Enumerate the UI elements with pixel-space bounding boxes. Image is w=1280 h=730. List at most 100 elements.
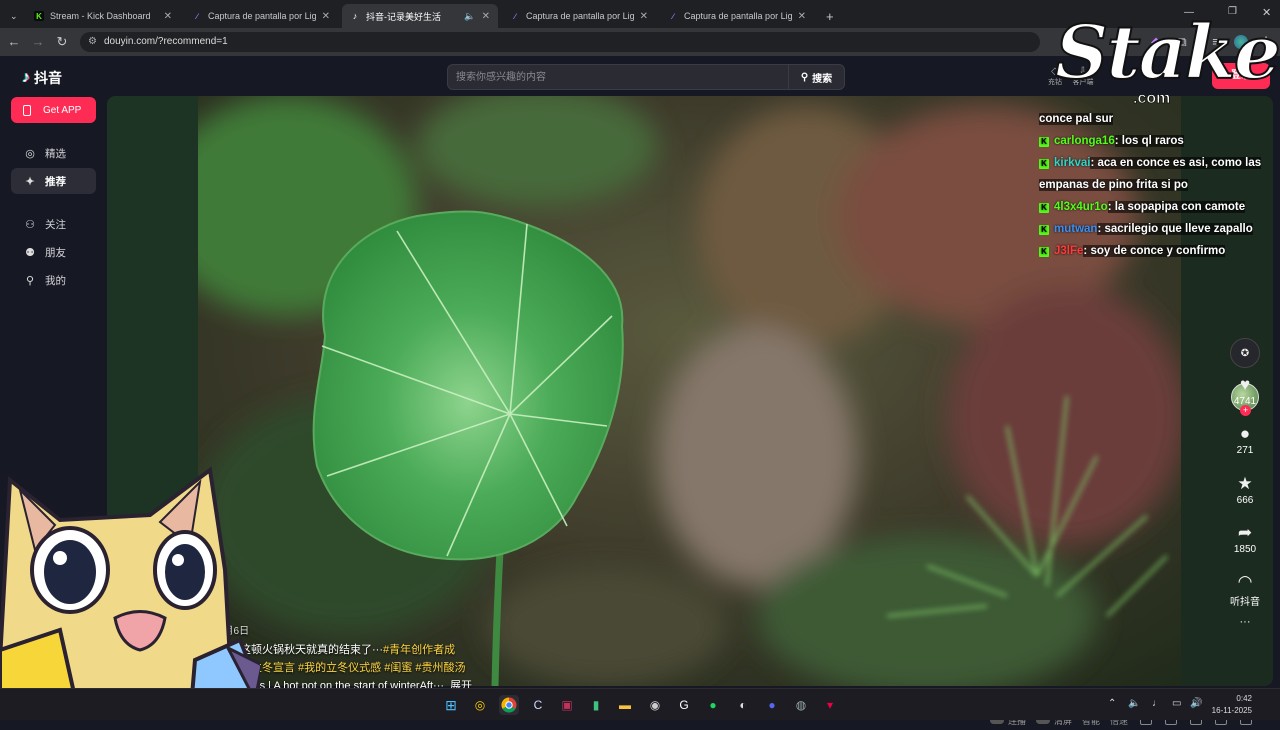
close-tab-icon[interactable]: ✕ [640,11,648,22]
tab-title: Captura de pantalla por Lightsh [526,11,634,21]
stake-wordmark: Stake [1054,9,1280,97]
tab-kick-dashboard[interactable]: K Stream - Kick Dashboard ✕ [26,4,180,28]
sidebar-item-recommend[interactable]: ✦ 推荐 [11,168,96,194]
favorite-count: 666 [1236,495,1254,506]
tray-chevron-icon[interactable]: ⌃ [1108,698,1116,709]
chat-text: conce pal sur [1039,113,1114,125]
comment-count: 271 [1236,445,1254,456]
close-tab-icon[interactable]: ✕ [164,11,172,22]
share-button[interactable]: ➦ 1850 [1228,522,1262,555]
tray-mic-icon[interactable]: ♩ [1152,698,1162,709]
github-icon[interactable]: G [674,695,694,715]
kick-app-icon[interactable]: ▣ [557,695,577,715]
sidebar-item-label: 关注 [45,218,66,231]
media-icon[interactable]: ◍ [791,695,811,715]
like-button[interactable]: ♥ 4741 [1228,374,1262,407]
discord-icon[interactable]: ● [762,695,782,715]
tab-lightshot-3[interactable]: ∕ Captura de pantalla por Lightsh ✕ [660,4,814,28]
clock-date: 16-11-2025 [1211,706,1252,715]
site-info-icon[interactable]: ⚙ [88,32,97,52]
close-tab-icon[interactable]: ✕ [798,11,806,22]
kick-icon: K [34,11,44,21]
tab-title: Stream - Kick Dashboard [50,11,151,21]
forward-icon[interactable]: → [30,34,46,50]
get-app-button[interactable]: Get APP [11,97,96,123]
clock-time: 0:42 [1236,694,1252,703]
search-input[interactable] [456,65,786,89]
user-icon: ⚲ [25,274,35,287]
tiktok-icon: ♪ [352,11,358,21]
chat-username: J3lFe [1054,245,1084,257]
url-field[interactable]: ⚙ douyin.com/?recommend=1 [80,32,1040,52]
windows-icon[interactable]: ⊞ [441,695,461,715]
reload-icon[interactable]: ↻ [54,34,70,50]
chrome-logo [501,697,517,713]
close-tab-icon[interactable]: ✕ [322,11,330,22]
follow-icon: ⚇ [25,218,35,231]
dashboard-icon[interactable]: ▾ [820,695,840,715]
tray-speaker-icon[interactable]: 🔈 [1128,698,1140,709]
tray-volume-icon[interactable]: 🔊 [1190,698,1202,709]
speaker-icon[interactable]: 🔈 [464,11,475,22]
share-count: 1850 [1233,544,1257,555]
comment-icon: ● [1239,424,1251,443]
new-tab-button[interactable]: + [818,4,840,28]
sidebar-item-following[interactable]: ⚇ 关注 [11,211,96,237]
chat-text: : sacrilegio que lleve zapallo [1097,223,1253,235]
norton-icon[interactable]: ◎ [470,695,490,715]
phone-icon [23,104,31,116]
search-button-label: 搜索 [812,73,833,85]
system-clock[interactable]: 0:42 16-11-2025 [1208,693,1252,717]
favorite-button[interactable]: ★ 666 [1228,473,1262,506]
tray-display-icon[interactable]: ▭ [1172,698,1181,709]
sidebar-item-label: 朋友 [45,246,66,259]
sidebar-item-label: 推荐 [45,175,66,188]
sidebar-item-featured[interactable]: ◎ 精选 [11,140,96,166]
close-tab-icon[interactable]: ✕ [482,11,490,22]
chat-message: K 4l3x4ur1o: la sopapipa con camote [1036,196,1272,218]
hashtag-link[interactable]: #青年创作者成 [383,644,455,656]
back-icon[interactable]: ← [6,34,22,50]
more-button[interactable]: ··· [1228,616,1262,628]
stream-chat-overlay: conce pal sur Kcarlonga16: los ql raros … [1036,108,1272,262]
kick-badge-icon: K [1039,247,1049,257]
star-icon: ★ [1237,474,1253,493]
tab-title: Captura de pantalla por Lightsh [208,11,316,21]
cat-vtuber-avatar [0,466,260,720]
ai-assistant-button[interactable]: ✪ [1230,338,1260,368]
sidebar-item-me[interactable]: ⚲ 我的 [11,267,96,293]
tab-search-dropdown[interactable]: ⌄ [2,4,22,28]
chrome-icon[interactable] [499,695,519,715]
windows-taskbar: ⊞ ◎ C ▣ ▮ ▬ ◉ G ● ◐ ● ◍ ▾ ⌃ 🔈 ♩ ▭ 🔊 0:42… [0,688,1280,720]
douyin-logo[interactable]: ♪ 抖音 [22,68,62,88]
hashtag-line[interactable]: 是我的立冬宣言 #我的立冬仪式感 #闺蜜 #贵州酸汤 [218,659,548,677]
search-bar: ⚲ 搜索 [447,64,845,90]
sidebar-item-friends[interactable]: ⚉ 朋友 [11,239,96,265]
logo-text: 抖音 [34,70,62,86]
ccleaner-icon[interactable]: C [528,695,548,715]
chat-message: Kmutwan: sacrilegio que lleve zapallo [1036,218,1272,240]
spotify-icon[interactable]: ● [703,695,723,715]
tab-douyin[interactable]: ♪ 抖音-记录美好生活 🔈 ✕ [342,4,498,28]
chat-text: : soy de conce y confirmo [1083,245,1226,257]
sparkle-icon: ✦ [25,175,35,188]
headphones-icon: ◠ [1237,572,1253,591]
more-icon: ··· [1239,616,1251,628]
steam-icon[interactable]: ◐ [733,695,753,715]
stake-domain: .com [1133,90,1171,108]
chat-message: K J3lFe: soy de conce y confirmo [1036,240,1272,262]
like-count: 4741 [1233,396,1257,407]
listen-button[interactable]: ◠ 听抖音 [1228,571,1262,608]
search-icon: ⚲ [800,71,809,83]
folder-icon[interactable]: ▬ [615,695,635,715]
comment-button[interactable]: ● 271 [1228,423,1262,456]
chat-message: Kcarlonga16: los ql raros [1036,130,1272,152]
friends-icon: ⚉ [25,246,35,259]
obs-icon[interactable]: ◉ [645,695,665,715]
search-button[interactable]: ⚲ 搜索 [788,65,844,89]
chat-message: Kkirkvai: aca en conce es asi, como las … [1036,152,1272,196]
heart-icon: ♥ [1239,375,1251,394]
app-icon[interactable]: ▮ [586,695,606,715]
tab-lightshot-1[interactable]: ∕ Captura de pantalla por Lightsh ✕ [184,4,338,28]
tab-lightshot-2[interactable]: ∕ Captura de pantalla por Lightsh ✕ [502,4,656,28]
